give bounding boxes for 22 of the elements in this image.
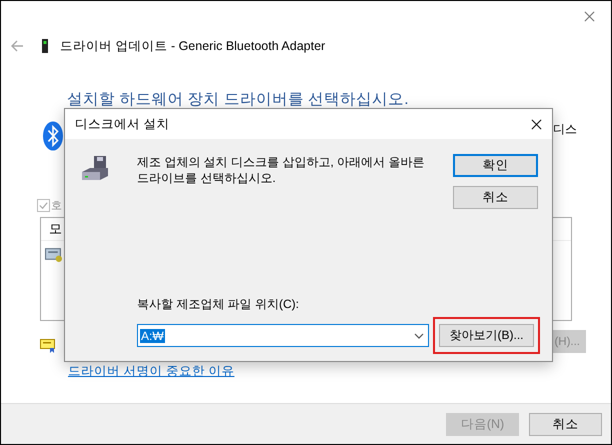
checkbox-label: 호	[51, 199, 62, 213]
window-title: 드라이버 업데이트 - Generic Bluetooth Adapter	[60, 38, 326, 54]
bluetooth-icon	[43, 121, 63, 151]
device-icon	[42, 39, 48, 53]
column-header: 모	[49, 220, 62, 238]
driver-signing-link[interactable]: 드라이버 서명이 중요한 이유	[68, 363, 234, 380]
ok-button[interactable]: 확인	[453, 154, 538, 177]
page-heading: 설치할 하드웨어 장치 드라이버를 선택하십시오.	[67, 90, 410, 110]
disk-drive-icon	[80, 156, 110, 182]
back-arrow-icon[interactable]	[10, 40, 24, 52]
close-icon[interactable]	[531, 118, 542, 130]
certificate-icon	[40, 339, 56, 353]
field-label: 복사할 제조업체 파일 위치(C):	[137, 296, 300, 313]
browse-button[interactable]: 찾아보기(B)...	[439, 324, 534, 347]
dialog-title: 디스크에서 설치	[75, 116, 170, 132]
cancel-button[interactable]: 취소	[453, 186, 538, 209]
description-text: 디스	[553, 120, 577, 138]
cancel-button[interactable]: 취소	[529, 412, 602, 436]
path-field[interactable]: A:₩	[137, 324, 429, 347]
caret-icon[interactable]	[414, 332, 424, 338]
instruction-text: 제조 업체의 설치 디스크를 삽입하고, 아래에서 올바른 드라이브를 선택하십시오.	[137, 154, 426, 186]
driver-icon	[45, 247, 62, 262]
